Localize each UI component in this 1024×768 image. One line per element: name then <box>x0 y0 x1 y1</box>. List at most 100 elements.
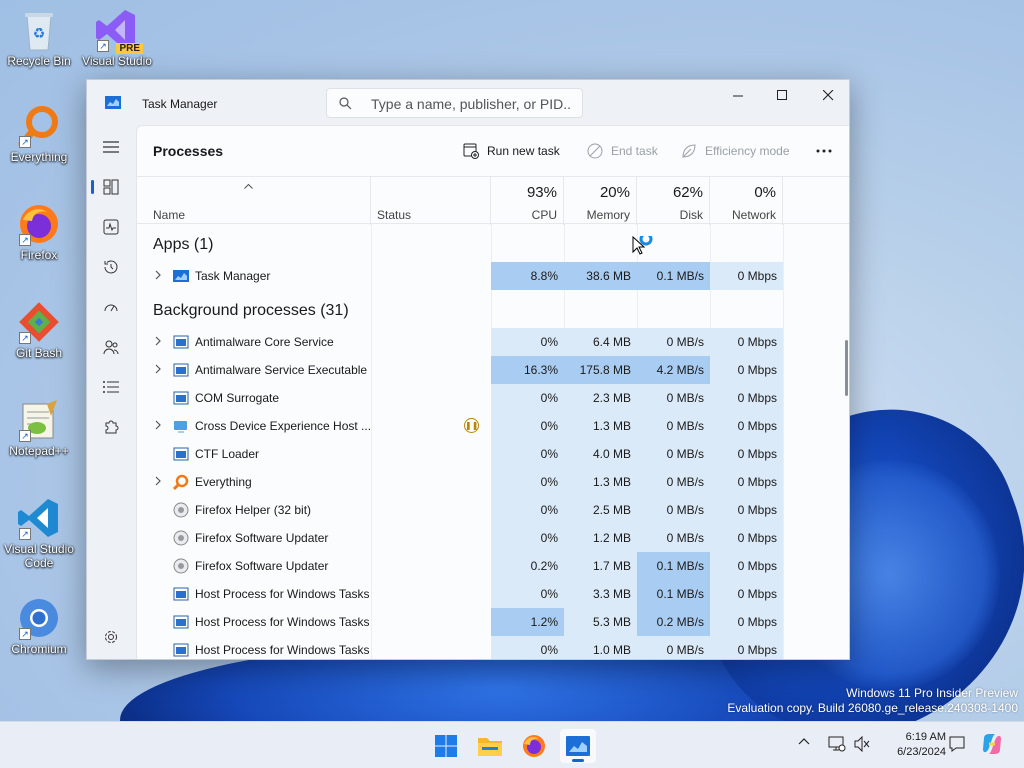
process-memory-value: 2.3 MB <box>564 384 637 412</box>
process-row[interactable]: Everything 0% 1.3 MB 0 MB/s 0 Mbps <box>137 468 837 496</box>
process-disk-value: 0 MB/s <box>637 468 710 496</box>
system-clock[interactable]: 6:19 AM 6/23/2024 <box>880 730 946 760</box>
search-box[interactable] <box>326 88 583 118</box>
desktop-icon-chromium[interactable]: ↗ Chromium <box>1 596 77 656</box>
chevron-right-icon[interactable] <box>154 420 162 430</box>
process-row[interactable]: Cross Device Experience Host ... ❚❚ 0% 1.3 … <box>137 412 837 440</box>
show-hidden-icons-chevron-icon[interactable] <box>798 736 810 746</box>
process-row[interactable]: Host Process for Windows Tasks 1.2% 5.3 MB… <box>137 608 837 636</box>
process-network-value: 0 Mbps <box>710 552 783 580</box>
process-network-value: 0 Mbps <box>710 440 783 468</box>
maximize-button[interactable] <box>759 80 805 110</box>
process-cpu-value: 0% <box>491 636 564 659</box>
page-title: Processes <box>153 143 224 159</box>
volume-muted-icon[interactable] <box>853 735 871 753</box>
desktop-icon-label: Notepad++ <box>9 444 69 458</box>
column-header-status[interactable]: Status <box>371 177 491 225</box>
process-cpu-value: 1.2% <box>491 608 564 636</box>
process-row[interactable]: Antimalware Core Service 0% 6.4 MB 0 MB/s 0 … <box>137 328 837 356</box>
run-new-task-button[interactable]: Run new task <box>463 140 560 162</box>
process-name: Host Process for Windows Tasks <box>195 615 370 629</box>
process-cpu-value: 16.3% <box>491 356 564 384</box>
chevron-right-icon[interactable] <box>154 336 162 346</box>
vertical-scrollbar-thumb[interactable] <box>845 340 848 396</box>
windows-logo-icon <box>435 735 457 757</box>
more-options-button[interactable] <box>816 140 840 162</box>
nav-settings[interactable] <box>95 622 127 652</box>
close-button[interactable] <box>805 80 849 110</box>
nav-app-history[interactable] <box>95 252 127 282</box>
desktop-icon-visual-studio-preview[interactable]: ↗ PRE Visual Studio 2022 P... <box>79 8 155 68</box>
process-memory-value: 175.8 MB <box>564 356 637 384</box>
nav-details[interactable] <box>95 372 127 402</box>
desktop-icon-firefox[interactable]: ↗ Firefox <box>1 202 77 262</box>
process-row[interactable]: COM Surrogate 0% 2.3 MB 0 MB/s 0 Mbps <box>137 384 837 412</box>
process-network-value: 0 Mbps <box>710 608 783 636</box>
taskbar-firefox[interactable] <box>516 729 552 763</box>
column-header-name[interactable]: Name <box>137 177 371 225</box>
process-icon <box>173 447 189 461</box>
process-row[interactable]: Task Manager 8.8% 38.6 MB 0.1 MB/s 0 Mbps <box>137 262 837 290</box>
process-list: Apps (1) Background processes (31) Task … <box>137 224 849 659</box>
column-header-row: Name Status 93% CPU 20% Memory 62% Disk … <box>137 176 849 225</box>
start-button[interactable] <box>428 729 464 763</box>
desktop-icon-recycle-bin[interactable]: ♻ Recycle Bin <box>1 8 77 68</box>
process-row[interactable]: Firefox Software Updater 0% 1.2 MB 0 MB/s 0 … <box>137 524 837 552</box>
process-icon <box>173 558 189 574</box>
nav-startup-apps[interactable] <box>95 292 127 322</box>
notifications-icon[interactable] <box>948 735 966 753</box>
process-row[interactable]: Host Process for Windows Tasks 0% 3.3 MB 0.… <box>137 580 837 608</box>
process-row[interactable]: CTF Loader 0% 4.0 MB 0 MB/s 0 Mbps <box>137 440 837 468</box>
chevron-right-icon[interactable] <box>154 476 162 486</box>
desktop-icon-notepad-plus-plus[interactable]: ↗ Notepad++ <box>1 398 77 458</box>
network-total-percent: 0% <box>754 184 776 201</box>
network-monitor-icon[interactable] <box>828 735 846 753</box>
copilot-icon[interactable] <box>980 732 1004 756</box>
process-row[interactable]: Host Process for Windows Tasks 0% 1.0 MB 0 … <box>137 636 837 659</box>
taskbar-task-manager[interactable] <box>560 729 596 763</box>
process-row[interactable]: Firefox Helper (32 bit) 0% 2.5 MB 0 MB/s 0 M… <box>137 496 837 524</box>
minimize-button[interactable] <box>715 80 761 110</box>
notepad-plus-plus-icon: ↗ <box>17 398 61 442</box>
desktop-icon-vscode[interactable]: ↗ Visual Studio Code <box>1 496 77 570</box>
column-header-cpu[interactable]: 93% CPU <box>491 177 564 225</box>
nav-users[interactable] <box>95 332 127 362</box>
chevron-right-icon[interactable] <box>154 364 162 374</box>
pre-badge: PRE <box>116 43 143 54</box>
process-memory-value: 1.3 MB <box>564 468 637 496</box>
efficiency-mode-button[interactable]: Efficiency mode <box>681 140 790 162</box>
nav-processes[interactable] <box>91 172 127 202</box>
process-disk-value: 0.1 MB/s <box>637 552 710 580</box>
group-header-apps: Apps (1) <box>153 236 214 253</box>
hamburger-menu-button[interactable] <box>95 132 127 162</box>
process-icon <box>174 421 187 433</box>
title-bar[interactable]: Task Manager <box>87 80 849 125</box>
details-list-icon <box>103 381 119 393</box>
column-header-network[interactable]: 0% Network <box>710 177 783 225</box>
process-row[interactable]: Antimalware Service Executable 16.3% 175.8… <box>137 356 837 384</box>
firefox-icon <box>523 735 545 757</box>
taskbar-file-explorer[interactable] <box>472 729 508 763</box>
end-task-label: End task <box>611 144 658 158</box>
chevron-right-icon[interactable] <box>154 270 162 280</box>
process-row[interactable]: Firefox Software Updater 0.2% 1.7 MB 0.1 MB… <box>137 552 837 580</box>
visual-studio-preview-icon: ↗ PRE <box>95 8 143 54</box>
column-label-status: Status <box>377 208 412 222</box>
column-header-disk[interactable]: 62% Disk <box>637 177 710 225</box>
desktop-icon-git-bash[interactable]: ↗ Git Bash <box>1 300 77 360</box>
column-label-memory: Memory <box>586 208 630 222</box>
desktop-icon-label: Firefox <box>20 248 58 262</box>
nav-performance[interactable] <box>95 212 127 242</box>
users-icon <box>103 340 119 355</box>
process-cpu-value: 0% <box>491 468 564 496</box>
process-name: Host Process for Windows Tasks <box>195 587 370 601</box>
process-network-value: 0 Mbps <box>710 328 783 356</box>
desktop-icon-everything[interactable]: ↗ Everything <box>1 104 77 164</box>
end-task-button[interactable]: End task <box>587 140 658 162</box>
nav-services[interactable] <box>95 412 127 442</box>
firefox-icon: ↗ <box>17 202 61 246</box>
desktop-icon-label: Visual Studio 2022 P... <box>82 54 152 68</box>
column-header-memory[interactable]: 20% Memory <box>564 177 637 225</box>
search-input[interactable] <box>371 94 571 114</box>
process-name: CTF Loader <box>195 447 260 461</box>
